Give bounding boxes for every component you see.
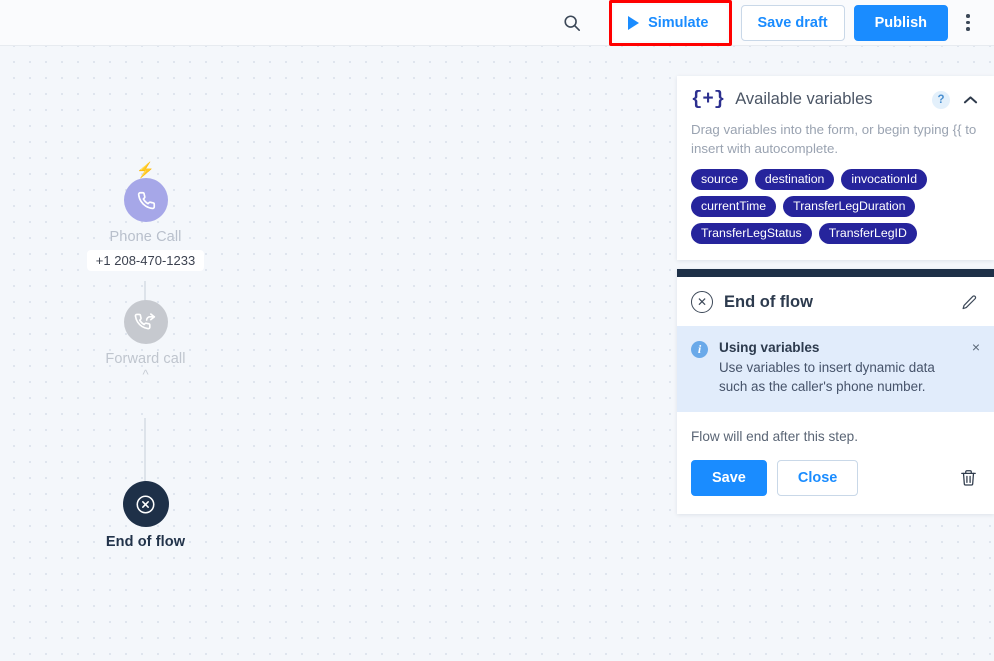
flow-builder-app: Simulate Save draft Publish ⚡ Phone Call… bbox=[0, 0, 994, 661]
available-variables-panel: {+} Available variables ? Drag variables… bbox=[677, 76, 994, 260]
save-draft-button[interactable]: Save draft bbox=[740, 4, 845, 41]
step-panel-title: End of flow bbox=[724, 292, 813, 311]
panel-accent-bar bbox=[677, 269, 994, 277]
variables-panel-description: Drag variables into the form, or begin t… bbox=[691, 122, 977, 156]
flow-node-end-of-flow[interactable]: End of flow bbox=[78, 481, 213, 550]
circle-x-icon[interactable] bbox=[122, 481, 169, 527]
variable-chip[interactable]: TransferLegID bbox=[818, 223, 917, 244]
variable-chip[interactable]: destination bbox=[754, 169, 835, 190]
flow-node-label: Forward call bbox=[105, 351, 186, 367]
variable-chip[interactable]: source bbox=[691, 169, 748, 190]
step-action-row: Save Close bbox=[677, 444, 994, 514]
variable-chip[interactable]: invocationId bbox=[841, 169, 928, 190]
flow-node-label: Phone Call bbox=[109, 229, 182, 245]
play-icon bbox=[628, 15, 640, 30]
step-body-text: Flow will end after this step. bbox=[691, 429, 858, 444]
flow-node-label: End of flow bbox=[105, 534, 186, 550]
variable-chip[interactable]: TransferLegStatus bbox=[691, 223, 812, 244]
flow-node-forward-call[interactable]: Forward call ^ bbox=[78, 300, 213, 381]
circle-x-icon: ✕ bbox=[691, 291, 713, 313]
phone-forward-icon[interactable] bbox=[123, 300, 168, 344]
simulate-highlight-box: Simulate bbox=[609, 0, 732, 46]
chevron-up-icon[interactable] bbox=[960, 91, 980, 109]
simulate-button-label: Simulate bbox=[648, 14, 709, 31]
phone-number-badge: +1 208-470-1233 bbox=[86, 250, 205, 271]
save-button[interactable]: Save bbox=[691, 460, 767, 496]
variable-chip-list: source destination invocationId currentTime… bbox=[691, 169, 980, 244]
publish-button[interactable]: Publish bbox=[853, 4, 948, 41]
more-vertical-icon[interactable] bbox=[954, 7, 982, 39]
step-panel-header: ✕ End of flow bbox=[677, 277, 994, 326]
trash-icon[interactable] bbox=[956, 465, 980, 491]
save-draft-label: Save draft bbox=[757, 14, 828, 31]
step-config-panel: ✕ End of flow i Using variables Use vari… bbox=[677, 269, 994, 514]
info-icon: i bbox=[691, 341, 708, 358]
top-toolbar: Simulate Save draft Publish bbox=[0, 0, 994, 46]
variable-chip[interactable]: currentTime bbox=[691, 196, 777, 217]
search-icon[interactable] bbox=[557, 8, 587, 38]
variables-panel-title: Available variables bbox=[735, 90, 873, 108]
alert-body: Using variables Use variables to insert … bbox=[719, 340, 959, 396]
variable-chip[interactable]: TransferLegDuration bbox=[783, 196, 916, 217]
publish-label: Publish bbox=[874, 14, 927, 31]
phone-icon[interactable] bbox=[123, 178, 168, 222]
simulate-button[interactable]: Simulate bbox=[614, 4, 727, 41]
chevron-up-icon[interactable]: ^ bbox=[78, 368, 213, 381]
close-icon[interactable]: × bbox=[970, 340, 982, 396]
using-variables-alert: i Using variables Use variables to inser… bbox=[677, 326, 994, 412]
pencil-icon[interactable] bbox=[958, 291, 980, 313]
close-button[interactable]: Close bbox=[776, 460, 859, 496]
curly-braces-plus-icon: {+} bbox=[691, 88, 726, 110]
save-button-label: Save bbox=[712, 470, 746, 486]
alert-title: Using variables bbox=[719, 340, 820, 355]
help-icon[interactable]: ? bbox=[932, 90, 950, 109]
lightning-bolt-icon: ⚡ bbox=[136, 162, 155, 179]
close-button-label: Close bbox=[797, 470, 838, 486]
alert-text: Use variables to insert dynamic data suc… bbox=[719, 360, 935, 394]
flow-node-phone-call[interactable]: ⚡ Phone Call +1 208-470-1233 bbox=[78, 163, 213, 271]
variables-panel-header: {+} Available variables ? bbox=[691, 90, 980, 109]
